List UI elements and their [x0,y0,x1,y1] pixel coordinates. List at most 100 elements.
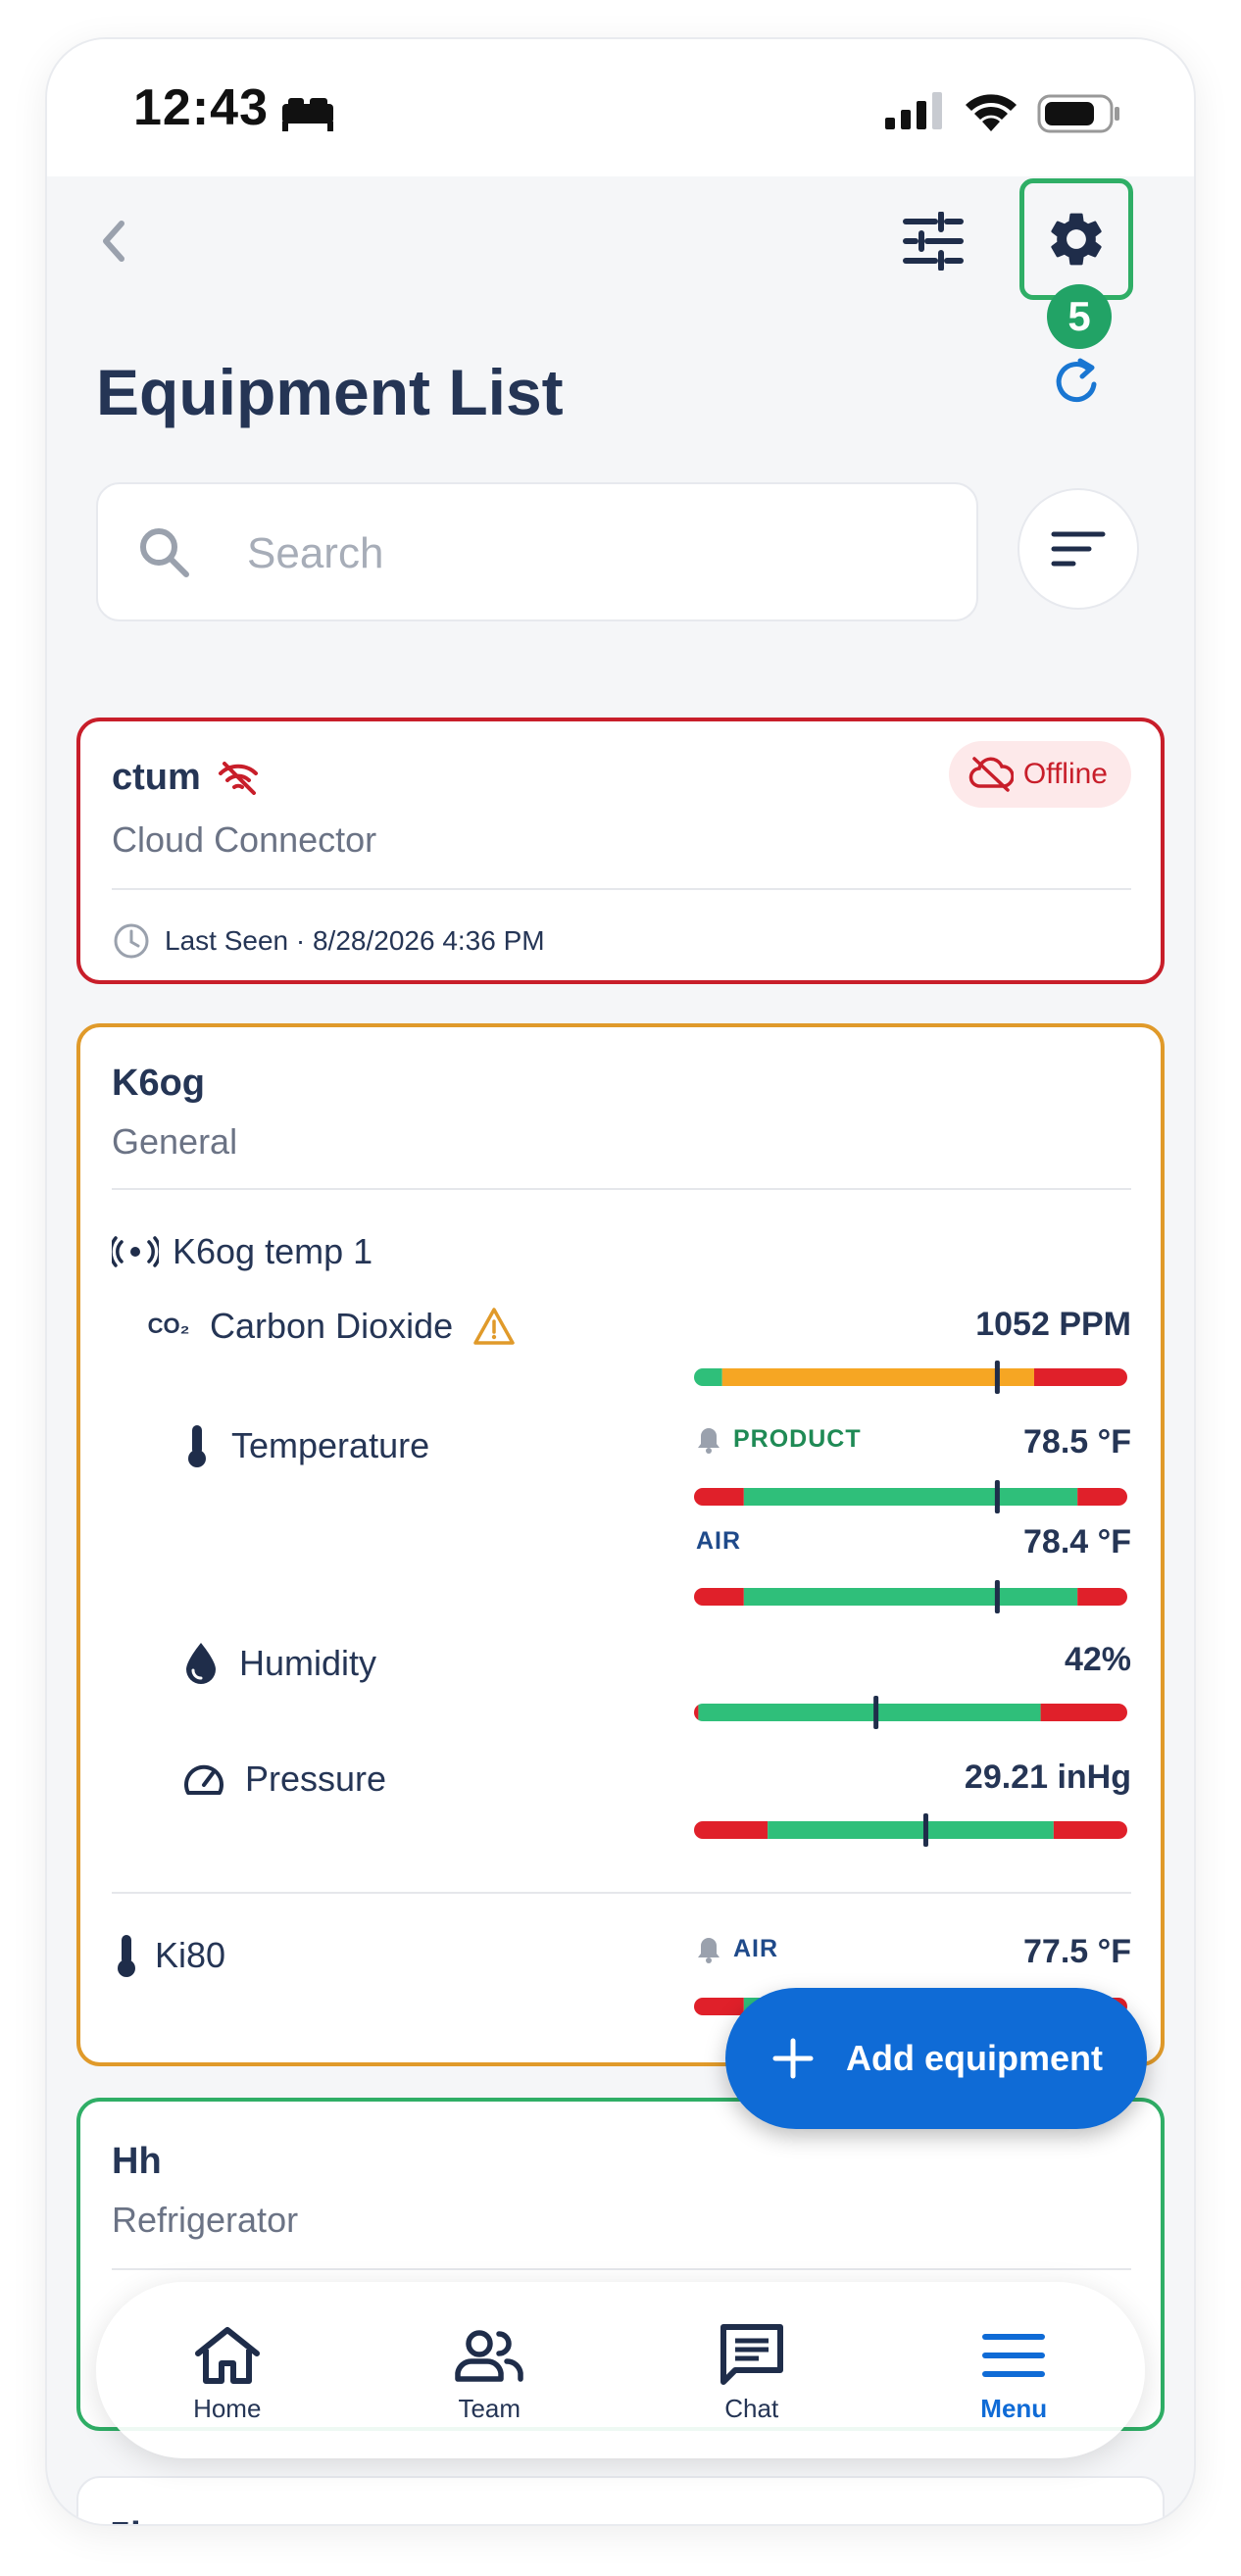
settings-badge: 5 [1047,284,1112,349]
add-equipment-button[interactable]: Add equipment [725,1988,1147,2129]
gauge-svg [694,1813,1127,1847]
gauge-marker [994,1580,1000,1613]
equipment-card-ctum[interactable]: ctum Cloud Connector Offline Last Seen ·… [76,718,1165,984]
bell-icon [698,1427,720,1454]
card-title: ctum [112,757,201,798]
sensor-header: K6og temp 1 [112,1231,372,1272]
home-icon [194,2326,260,2384]
sensor-name: Ki80 [155,1935,226,1975]
metric-value: 29.21 inHg [964,1759,1131,1796]
gauge-marker [922,1813,928,1847]
air-tag: AIR [696,1527,741,1556]
gauge-segment [694,1704,699,1721]
nav-team[interactable]: Team [391,2317,587,2424]
gauge-segment [1077,1588,1127,1606]
tag-label: AIR [696,1527,742,1555]
equipment-card-k6og[interactable]: K6og General K6og temp 1 CO₂ Carbon Diox… [76,1023,1165,2066]
team-icon [455,2329,523,2382]
gauge-marker [873,1696,879,1729]
gauge-segment [694,1588,744,1606]
metric-value: 78.5 °F [1023,1423,1131,1461]
wifi-off-icon [218,761,258,795]
metric-pressure: Pressure [182,1759,386,1800]
sensor-signal-icon [112,1236,159,1267]
metric-value: 77.5 °F [1023,1933,1131,1970]
metric-temperature: Temperature [182,1423,429,1468]
nav-label: Menu [980,2393,1048,2423]
humidity-gauge [694,1696,1127,1729]
divider [112,888,1131,890]
add-equipment-label: Add equipment [846,2038,1103,2078]
search-input[interactable]: Search [96,482,978,621]
metric-value: 42% [1064,1641,1131,1678]
card-title: 5ksg [110,2515,195,2524]
gauge-segment [1053,1821,1127,1839]
gauge-svg [694,1361,1127,1394]
divider [112,1892,1131,1894]
settings-button[interactable] [1019,178,1133,300]
tag-label: AIR [733,1935,779,1962]
co2-gauge [694,1361,1127,1394]
nav-label: Chat [724,2393,779,2423]
equipment-card-5ksg[interactable]: 5ksg [76,2476,1165,2524]
sensor-name: K6og temp 1 [173,1231,373,1271]
card-title: Hh [112,2141,162,2182]
nav-label: Home [193,2393,262,2423]
gauge-segment [698,1704,1041,1721]
last-seen-text: Last Seen · 8/28/2026 4:36 PM [165,925,545,956]
gauge-svg [694,1580,1127,1613]
metric-co2: CO₂ Carbon Dioxide [147,1306,516,1347]
nav-home[interactable]: Home [129,2317,325,2424]
air-tag: AIR [696,1935,778,1963]
nav-menu[interactable]: Menu [916,2317,1112,2424]
battery-icon [1037,94,1119,133]
sort-button[interactable] [1018,488,1139,610]
bottom-nav: Home Team Chat Menu [96,2282,1145,2458]
gauge-segment [721,1368,1034,1386]
status-bar: 12:43 [47,39,1194,176]
gauge-icon [184,1764,223,1795]
page-title: Equipment List [96,356,564,428]
metric-label: Temperature [231,1425,430,1465]
metric-label: Humidity [239,1643,377,1683]
thermometer-icon [188,1425,206,1467]
metric-humidity: Humidity [182,1641,376,1686]
metric-label: Pressure [245,1759,387,1799]
humidity-drop-icon [186,1643,216,1684]
warning-icon [473,1308,515,1345]
metric-value: 1052 PPM [975,1306,1131,1343]
nav-chat[interactable]: Chat [654,2317,850,2424]
gauge-marker [994,1361,1000,1394]
tune-icon[interactable] [902,212,965,271]
status-badge: Offline [948,741,1131,808]
chat-icon [720,2323,783,2385]
gauge-segment [743,1488,1078,1506]
card-subtitle: Refrigerator [112,2200,299,2240]
gauge-segment [1040,1704,1127,1721]
co2-icon: CO₂ [147,1313,190,1338]
gauge-svg [694,1696,1127,1729]
search-icon [140,528,189,577]
gauge-marker [994,1480,1000,1513]
menu-icon [982,2333,1046,2377]
gauge-segment [743,1588,1078,1606]
phone-screen: 12:43 5 Equipment List Search ctum Cloud… [47,39,1194,2524]
divider [112,1188,1131,1190]
last-seen: Last Seen · 8/28/2026 4:36 PM [112,921,545,961]
refresh-icon[interactable] [1051,353,1104,410]
gear-icon [1051,213,1102,266]
pressure-gauge [694,1813,1127,1847]
cloud-off-icon [968,757,1014,792]
wifi-icon [966,94,1017,131]
metric-value: 78.4 °F [1023,1523,1131,1560]
metric-label: Carbon Dioxide [210,1306,454,1346]
back-icon[interactable] [94,214,133,269]
gauge-segment [694,1368,722,1386]
nav-label: Team [458,2393,521,2423]
card-title: K6og [112,1063,205,1104]
temp-air-gauge [694,1580,1127,1613]
divider [112,2268,1131,2270]
status-time: 12:43 [133,79,269,136]
bell-icon [698,1937,720,1963]
thermometer-icon [118,1935,135,1977]
